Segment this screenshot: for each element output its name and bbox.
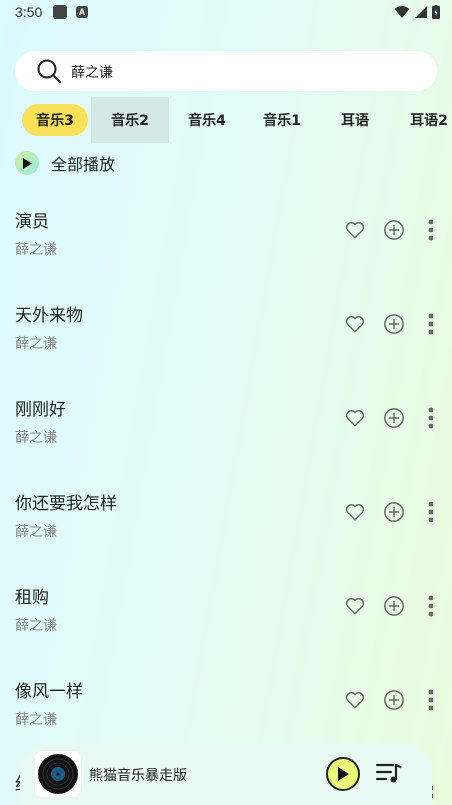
category-tabs: 音乐3 音乐2 音乐4 音乐1 耳语 耳语2 <box>0 97 452 143</box>
play-all-button[interactable]: 全部播放 <box>15 150 115 176</box>
more-icon[interactable] <box>425 501 437 523</box>
add-icon[interactable] <box>383 501 405 523</box>
more-icon[interactable] <box>425 313 437 335</box>
more-icon[interactable] <box>425 219 437 241</box>
search-input[interactable]: 薛之谦 <box>71 62 113 82</box>
song-title: 刚刚好 <box>15 400 66 420</box>
add-icon[interactable] <box>383 313 405 335</box>
more-icon[interactable] <box>425 689 437 711</box>
play-all-label: 全部播放 <box>51 155 116 174</box>
add-icon[interactable] <box>383 407 405 429</box>
song-artist: 薛之谦 <box>15 242 57 258</box>
tab-music4[interactable]: 音乐4 <box>168 97 246 143</box>
song-artist: 薛之谦 <box>15 618 57 634</box>
tab-label: 音乐4 <box>188 113 226 129</box>
search-icon[interactable] <box>36 58 62 84</box>
search-bar[interactable]: 薛之谦 <box>15 51 437 91</box>
song-artist: 薛之谦 <box>15 430 57 446</box>
song-row[interactable]: 租购 薛之谦 <box>0 583 452 677</box>
status-time: 3:50 <box>15 4 43 20</box>
signal-icon <box>415 6 427 18</box>
tab-whisper[interactable]: 耳语 <box>316 97 394 143</box>
tab-label: 音乐1 <box>263 113 301 129</box>
play-icon <box>15 151 39 175</box>
add-icon[interactable] <box>383 595 405 617</box>
play-icon <box>338 767 349 781</box>
song-title: 你还要我怎样 <box>15 494 117 514</box>
heart-icon[interactable] <box>344 219 366 241</box>
battery-icon <box>432 5 440 19</box>
song-artist: 薛之谦 <box>15 524 57 540</box>
song-title: 租购 <box>15 588 49 608</box>
player-title: 熊猫音乐暴走版 <box>89 768 187 784</box>
play-pause-button[interactable] <box>326 757 360 791</box>
heart-icon[interactable] <box>344 407 366 429</box>
notification-app-icon: A <box>76 6 88 18</box>
song-row[interactable]: 你还要我怎样 薛之谦 <box>0 489 452 583</box>
more-icon[interactable] <box>425 595 437 617</box>
tab-music2[interactable]: 音乐2 <box>91 97 169 143</box>
mini-player[interactable]: 熊猫音乐暴走版 <box>20 743 432 805</box>
song-row[interactable]: 天外来物 薛之谦 <box>0 301 452 395</box>
song-artist: 薛之谦 <box>15 712 57 728</box>
system-icons <box>394 4 440 20</box>
song-row[interactable]: 演员 薛之谦 <box>0 207 452 301</box>
tab-music3[interactable]: 音乐3 <box>16 97 94 143</box>
heart-icon[interactable] <box>344 595 366 617</box>
tab-whisper2[interactable]: 耳语2 <box>390 97 452 143</box>
song-title: 天外来物 <box>15 306 83 326</box>
heart-icon[interactable] <box>344 313 366 335</box>
add-icon[interactable] <box>383 219 405 241</box>
song-title: 像风一样 <box>15 682 83 702</box>
add-icon[interactable] <box>383 689 405 711</box>
heart-icon[interactable] <box>344 689 366 711</box>
playlist-icon[interactable] <box>376 762 402 784</box>
more-icon[interactable] <box>425 407 437 429</box>
tab-music1[interactable]: 音乐1 <box>243 97 321 143</box>
album-disc[interactable] <box>35 751 81 797</box>
song-row[interactable]: 刚刚好 薛之谦 <box>0 395 452 489</box>
vinyl-disc-icon <box>38 754 78 794</box>
tab-label: 音乐3 <box>22 104 88 136</box>
song-artist: 薛之谦 <box>15 336 57 352</box>
tab-label: 耳语2 <box>410 113 448 129</box>
status-bar: 3:50 A <box>0 0 452 26</box>
heart-icon[interactable] <box>344 501 366 523</box>
tab-label: 音乐2 <box>111 113 149 129</box>
song-title: 演员 <box>15 212 49 232</box>
wifi-icon <box>394 6 410 18</box>
tab-label: 耳语 <box>341 113 369 129</box>
notification-square-icon <box>53 5 67 19</box>
